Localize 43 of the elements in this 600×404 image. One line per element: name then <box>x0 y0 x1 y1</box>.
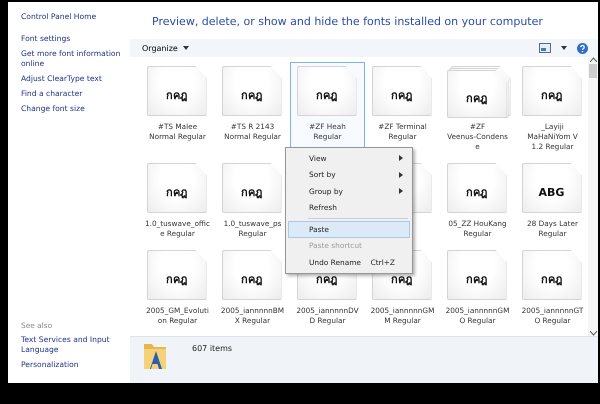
font-sample: กคฎ <box>166 272 187 288</box>
scrollbar[interactable] <box>588 57 598 336</box>
help-icon[interactable] <box>577 42 588 54</box>
view-icon[interactable] <box>539 43 551 53</box>
font-file-icon[interactable]: กคฎ <box>446 250 508 302</box>
font-file-icon[interactable]: กคฎ <box>296 66 358 118</box>
font-file-icon[interactable]: กคฎ <box>146 66 208 118</box>
font-file-icon[interactable]: ABG <box>522 163 584 215</box>
organize-button[interactable]: Organize <box>140 42 191 54</box>
font-sample: กคฎ <box>541 88 562 104</box>
submenu-arrow-icon <box>399 172 403 178</box>
font-file-icon[interactable]: กคฎ <box>372 66 434 118</box>
font-sample: กคฎ <box>316 88 337 104</box>
page-title: Preview, delete, or show and hide the fonts installed on your computer <box>151 14 544 30</box>
font-sample: กคฎ <box>241 272 262 288</box>
font-sample: กคฎ <box>241 185 262 201</box>
font-file-icon[interactable]: กคฎ <box>222 250 284 302</box>
font-sample: กคฎ <box>541 272 562 288</box>
font-stack-icon[interactable]: กคฎ <box>446 66 508 118</box>
font-sample: กคฎ <box>391 88 412 104</box>
font-file-icon[interactable]: กคฎ <box>222 66 284 118</box>
font-file-icon[interactable]: กคฎ <box>222 163 284 215</box>
submenu-arrow-icon <box>399 188 403 194</box>
font-sample: กคฎ <box>166 88 187 104</box>
scroll-up-icon[interactable] <box>590 57 596 62</box>
font-file-icon[interactable]: กคฎ <box>446 163 508 215</box>
font-sample: กคฎ <box>166 185 187 201</box>
font-file-icon[interactable]: กคฎ <box>146 163 208 215</box>
font-file-icon[interactable]: กคฎ <box>522 250 584 302</box>
item-count: 607 items <box>192 344 232 353</box>
font-sample: ABG <box>538 184 564 198</box>
font-file-icon[interactable]: กคฎ <box>146 250 208 302</box>
scrollbar-thumb[interactable] <box>589 64 597 78</box>
font-sample: กคฎ <box>466 272 487 288</box>
font-sample: กคฎ <box>241 88 262 104</box>
font-folder-icon <box>142 341 168 371</box>
font-sample: กคฎ <box>466 185 487 201</box>
submenu-arrow-icon <box>399 155 403 162</box>
scroll-down-icon[interactable] <box>590 331 596 336</box>
font-sample: กคฎ <box>466 91 487 107</box>
caret-icon <box>182 46 189 50</box>
font-file-icon[interactable]: กคฎ <box>522 66 584 118</box>
caret-icon[interactable] <box>561 46 567 50</box>
